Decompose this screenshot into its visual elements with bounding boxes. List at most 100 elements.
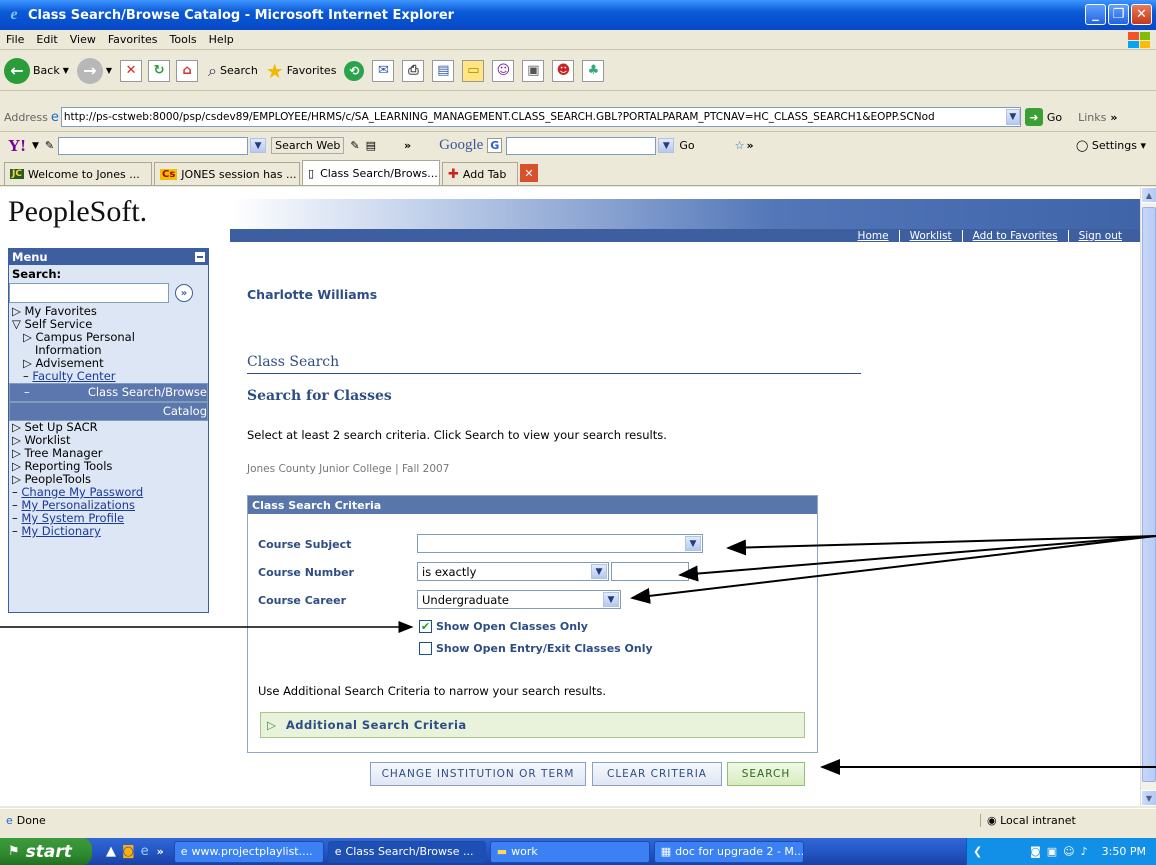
edit-icon[interactable]: ▤ [432,59,455,82]
clear-criteria-button[interactable]: Clear Criteria [592,762,722,786]
refresh-icon[interactable]: ↻ [148,59,171,82]
search-button[interactable]: Search [727,762,805,786]
task-projectplaylist[interactable]: e www.projectplaylist.... [173,840,324,863]
tab-jones-session[interactable]: Cs JONES session has ... [154,162,300,185]
nav-sign-out[interactable]: Sign out [1067,229,1132,242]
yahoo-logo-icon[interactable]: Y! [8,136,26,156]
restore-button[interactable]: ❐ [1108,4,1129,25]
plus-icon: ✚ [448,166,459,182]
research-icon[interactable]: ▣ [522,59,545,82]
settings-label: Settings [1091,139,1137,152]
menu-file[interactable]: File [6,33,24,46]
tray-volume-icon[interactable]: ♪ [1081,845,1088,858]
task-work-folder[interactable]: ▬ work [489,840,650,863]
menu-item-label: Tree Manager [24,446,103,460]
forward-button[interactable]: → ▼ [76,57,112,84]
nav-home[interactable]: Home [848,230,899,242]
nav-add-to-favorites[interactable]: Add to Favorites [961,229,1068,242]
menu-item-my-dictionary[interactable]: – My Dictionary [9,525,208,538]
settings-button[interactable]: ◯ Settings ▾ [1076,139,1146,152]
menu-item-label: My System Profile [21,511,125,525]
menu-search-input[interactable] [9,283,169,303]
yahoo-menu-chevron-icon[interactable]: ▼ [32,141,39,151]
google-go-button[interactable]: Go [679,139,694,152]
discuss-icon[interactable]: ▭ [462,59,485,82]
menu-help[interactable]: Help [209,33,234,46]
course-number-operator-select[interactable]: is exactly ▼ [417,562,609,581]
home-icon[interactable]: ⌂ [176,59,199,82]
links-button[interactable]: Links [1078,111,1106,124]
nav-worklist[interactable]: Worklist [898,229,962,242]
menu-item-catalog[interactable]: Catalog [9,402,208,421]
start-label: start [25,841,72,862]
scroll-thumb[interactable] [1142,207,1156,782]
close-button[interactable]: ✕ [1131,4,1152,25]
yahoo-messenger-icon[interactable]: ☺ [492,59,515,82]
tray-network-icon[interactable]: ▣ [1047,845,1057,858]
task-class-search[interactable]: e Class Search/Browse ... [327,840,486,863]
collapse-menu-icon[interactable] [195,252,205,262]
address-dropdown-icon[interactable]: ▼ [1005,109,1020,125]
google-search-input[interactable] [506,136,657,155]
address-input[interactable]: http://ps-cstweb:8000/psp/csdev89/EMPLOY… [60,107,1021,127]
google-g-icon[interactable]: G [487,138,503,153]
tray-app-icon[interactable]: ◙ [1030,845,1041,858]
scroll-up-icon[interactable]: ▲ [1141,187,1156,203]
search-web-button[interactable]: Search Web [271,137,345,154]
show-desktop-icon[interactable]: ▲ [106,844,116,859]
start-button[interactable]: ⚑ start [0,838,92,865]
open-entry-checkbox[interactable] [419,642,432,655]
go-button[interactable]: Go [1047,111,1062,124]
yahoo-overflow-icon[interactable]: » [404,139,411,152]
tray-users-icon[interactable]: ☺ [1063,845,1074,858]
menu-favorites[interactable]: Favorites [108,33,158,46]
links-chevron-icon[interactable]: » [1110,111,1117,124]
open-classes-checkbox[interactable]: ✔ [419,620,432,633]
institution-term: Jones County Junior College | Fall 2007 [247,463,450,475]
scroll-down-icon[interactable]: ▼ [1141,790,1156,806]
google-search-dropdown-icon[interactable]: ▼ [658,138,675,153]
ie-quick-launch-icon[interactable]: e [141,844,149,859]
tab-welcome[interactable]: JC Welcome to Jones ... [4,162,152,185]
course-number-input[interactable] [611,562,689,581]
close-tab-icon[interactable]: ✕ [520,164,538,182]
menu-search-go-icon[interactable]: » [175,284,193,302]
menu-item-faculty-center[interactable]: – Faculty Center [9,370,208,383]
minimize-button[interactable]: _ [1085,4,1106,25]
add-tab-button[interactable]: ✚ Add Tab [442,162,518,185]
yahoo-search-dropdown-icon[interactable]: ▼ [250,138,267,153]
menu-tools[interactable]: Tools [170,33,197,46]
google-overflow-icon[interactable]: » [746,139,753,152]
window-title-bar: e Class Search/Browse Catalog - Microsof… [0,0,1156,30]
pencil-icon[interactable]: ✎ [45,139,54,152]
change-institution-button[interactable]: Change Institution or Term [370,762,586,786]
menu-view[interactable]: View [70,33,96,46]
page-scrollbar[interactable]: ▲ ▼ [1140,187,1156,806]
favorites-button[interactable]: ★ Favorites [266,59,337,83]
course-subject-select[interactable]: ▼ [417,534,703,553]
additional-search-criteria[interactable]: ▷ Additional Search Criteria [260,712,805,738]
yahoo-bookmark-icon[interactable]: ✎ [350,139,359,152]
menu-item-label: PeopleTools [24,472,92,486]
msn-icon[interactable]: ♣ [582,59,605,82]
quick-launch-overflow-icon[interactable]: » [157,845,164,858]
search-button[interactable]: ⌕ Search [208,61,258,81]
bookmarks-star-icon[interactable]: ☆ [735,139,745,152]
tab-class-search[interactable]: ▯ Class Search/Brows... [302,160,440,185]
yahoo-search-input[interactable] [58,136,249,155]
yahoo-options-icon[interactable]: ▤ [366,139,376,152]
mail-icon[interactable]: ✉ [372,59,395,82]
back-button[interactable]: ← Back ▼ [4,57,69,84]
menu-item-class-search-browse[interactable]: – Class Search/Browse [9,383,208,402]
task-word-doc[interactable]: ▦ doc for upgrade 2 - M... [653,840,804,863]
history-icon[interactable]: ⟲ [344,60,365,81]
messenger-icon[interactable]: ☻ [552,59,575,82]
go-icon[interactable]: ➜ [1024,108,1043,126]
stop-icon[interactable]: ✕ [120,59,143,82]
course-career-select[interactable]: Undergraduate ▼ [417,590,621,609]
tray-expand-icon[interactable]: ❮ [973,845,982,858]
menu-edit[interactable]: Edit [36,33,57,46]
print-icon[interactable]: ⎙ [402,59,425,82]
dash-icon: – [12,498,22,512]
quick-launch-icon[interactable]: ◙ [122,844,135,859]
